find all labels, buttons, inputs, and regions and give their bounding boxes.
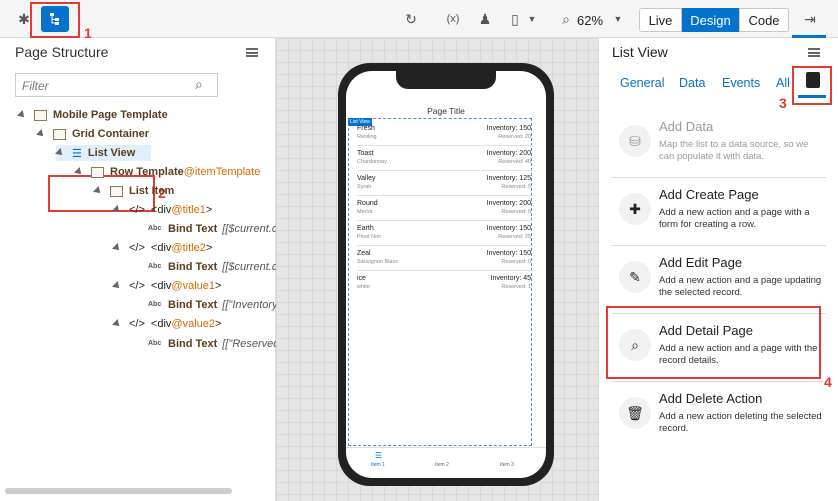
page-title: Page Title <box>427 106 465 116</box>
panel-title: List View <box>612 44 668 60</box>
list-icon: ☰ <box>375 451 383 460</box>
properties-panel: List View General Data Events All 3 ⛁ Ad… <box>598 38 838 501</box>
annotation-number-3: 3 <box>779 95 787 111</box>
menu-icon[interactable] <box>808 48 820 57</box>
chevron-down-icon[interactable]: ▼ <box>608 9 628 29</box>
list-view-component[interactable]: List View Fresh Riesling Inventory: 150 Res… <box>348 118 533 446</box>
phone-notch <box>396 71 496 89</box>
zoom-level[interactable]: 62% <box>577 13 603 28</box>
tree-item[interactable]: </> <div @title1 > <box>112 202 212 218</box>
chevron-down-icon[interactable]: ▼ <box>522 9 542 29</box>
search-icon[interactable]: ⌕ <box>195 76 203 93</box>
tree-item[interactable]: Grid Container <box>36 126 149 142</box>
toolbar: ✱ 1 ↻ (x) ♟ ▯ ▼ ⌕ 62% ▼ Live Design Code… <box>0 0 838 41</box>
edit-icon: ✎ <box>619 261 651 293</box>
add-edit-page-card[interactable]: ✎ Add Edit Page Add a new action and a p… <box>612 252 826 314</box>
add-data-card[interactable]: ⛁ Add Data Map the list to a data source… <box>612 116 826 178</box>
menu-icon[interactable] <box>246 48 258 57</box>
tree-item[interactable]: Abc Bind Text [[$current.da <box>148 259 284 275</box>
tree-item[interactable]: List Item <box>93 183 174 199</box>
text-icon: Abc <box>148 263 162 270</box>
text-icon: Abc <box>148 301 162 308</box>
annotation-box-4 <box>606 306 821 379</box>
list-item[interactable]: Zeal Sauvignon Blanc Inventory: 150 Reserve… <box>357 246 533 271</box>
tree-item[interactable]: Mobile Page Template <box>17 107 168 123</box>
trash-icon: 🗑 <box>619 397 651 429</box>
user-role-icon[interactable]: ♟ <box>475 9 495 29</box>
list-item[interactable]: ice white Inventory: 45 Reserved: 1 <box>357 271 533 296</box>
list-item[interactable]: Toast Chardonnay Inventory: 200 Reserved: 4… <box>357 146 533 171</box>
tab-general[interactable]: General <box>620 76 664 90</box>
tree-item[interactable]: </> <div @value2 > <box>112 316 221 332</box>
tab-item-3[interactable]: Item 3 <box>500 462 514 468</box>
panel-toggle-icon[interactable]: ⇥ <box>800 9 820 29</box>
tree-item-selected[interactable]: ☰ List View <box>55 145 151 161</box>
list-item[interactable]: Round Merlot Inventory: 200 Reserved: 0 <box>357 196 533 221</box>
template-icon <box>91 166 104 178</box>
tab-events[interactable]: Events <box>722 76 760 90</box>
page-structure-panel: Page Structure Filter ⌕ Mobile Page Temp… <box>0 38 284 501</box>
add-delete-action-card[interactable]: 🗑 Add Delete Action Add a new action del… <box>612 388 826 450</box>
filter-input[interactable]: Filter <box>15 73 218 97</box>
phone-tab-bar: ☰ Item 1 Item 2 Item 3 <box>346 447 546 478</box>
list-icon: ☰ <box>72 147 82 160</box>
tree-item[interactable]: </> <div @value1 > <box>112 278 221 294</box>
page-icon <box>34 109 47 121</box>
design-canvas: Page Title List View Fresh Riesling Invent… <box>276 38 598 501</box>
tab-data[interactable]: Data <box>679 76 705 90</box>
text-icon: Abc <box>148 340 162 347</box>
tab-item-2[interactable]: Item 2 <box>435 462 449 468</box>
design-button[interactable]: Design <box>682 8 739 32</box>
list-item[interactable]: Earth Pinot Noir Inventory: 150 Reserved: 2… <box>357 221 533 246</box>
horizontal-scrollbar[interactable] <box>5 488 232 494</box>
text-icon: Abc <box>148 225 162 232</box>
annotation-box-3 <box>792 66 832 105</box>
tree-item[interactable]: Abc Bind Text [["Inventory: <box>148 297 281 313</box>
refresh-icon[interactable]: ↻ <box>401 9 421 29</box>
add-create-page-card[interactable]: ✚ Add Create Page Add a new action and a… <box>612 184 826 246</box>
new-page-icon: ✚ <box>619 193 651 225</box>
database-icon: ⛁ <box>619 125 651 157</box>
phone-frame: Page Title List View Fresh Riesling Invent… <box>338 63 554 486</box>
tree-item[interactable]: Abc Bind Text [["Reserved: <box>148 336 282 352</box>
tab-all[interactable]: All <box>776 76 790 90</box>
annotation-box-1 <box>30 2 80 38</box>
zoom-icon[interactable]: ⌕ <box>556 9 576 29</box>
panel-title: Page Structure <box>15 44 109 60</box>
grid-icon <box>53 128 66 140</box>
live-button[interactable]: Live <box>639 8 682 32</box>
tree-item[interactable]: Row Template @itemTemplate <box>74 164 260 180</box>
list-item-icon <box>110 185 123 197</box>
phone-screen: Page Title List View Fresh Riesling Invent… <box>346 71 546 478</box>
list-item[interactable]: Valley Syrah Inventory: 125 Reserved: 5 <box>357 171 533 196</box>
tree-item[interactable]: Abc Bind Text [[$current.da <box>148 221 284 237</box>
list-item[interactable]: Fresh Riesling Inventory: 150 Reserved: 20 <box>357 121 533 146</box>
code-scope-icon[interactable]: (x) <box>443 9 463 29</box>
tab-item-1[interactable]: Item 1 <box>371 462 385 468</box>
code-button[interactable]: Code <box>739 8 789 32</box>
tree-item[interactable]: </> <div @title2 > <box>112 240 212 256</box>
